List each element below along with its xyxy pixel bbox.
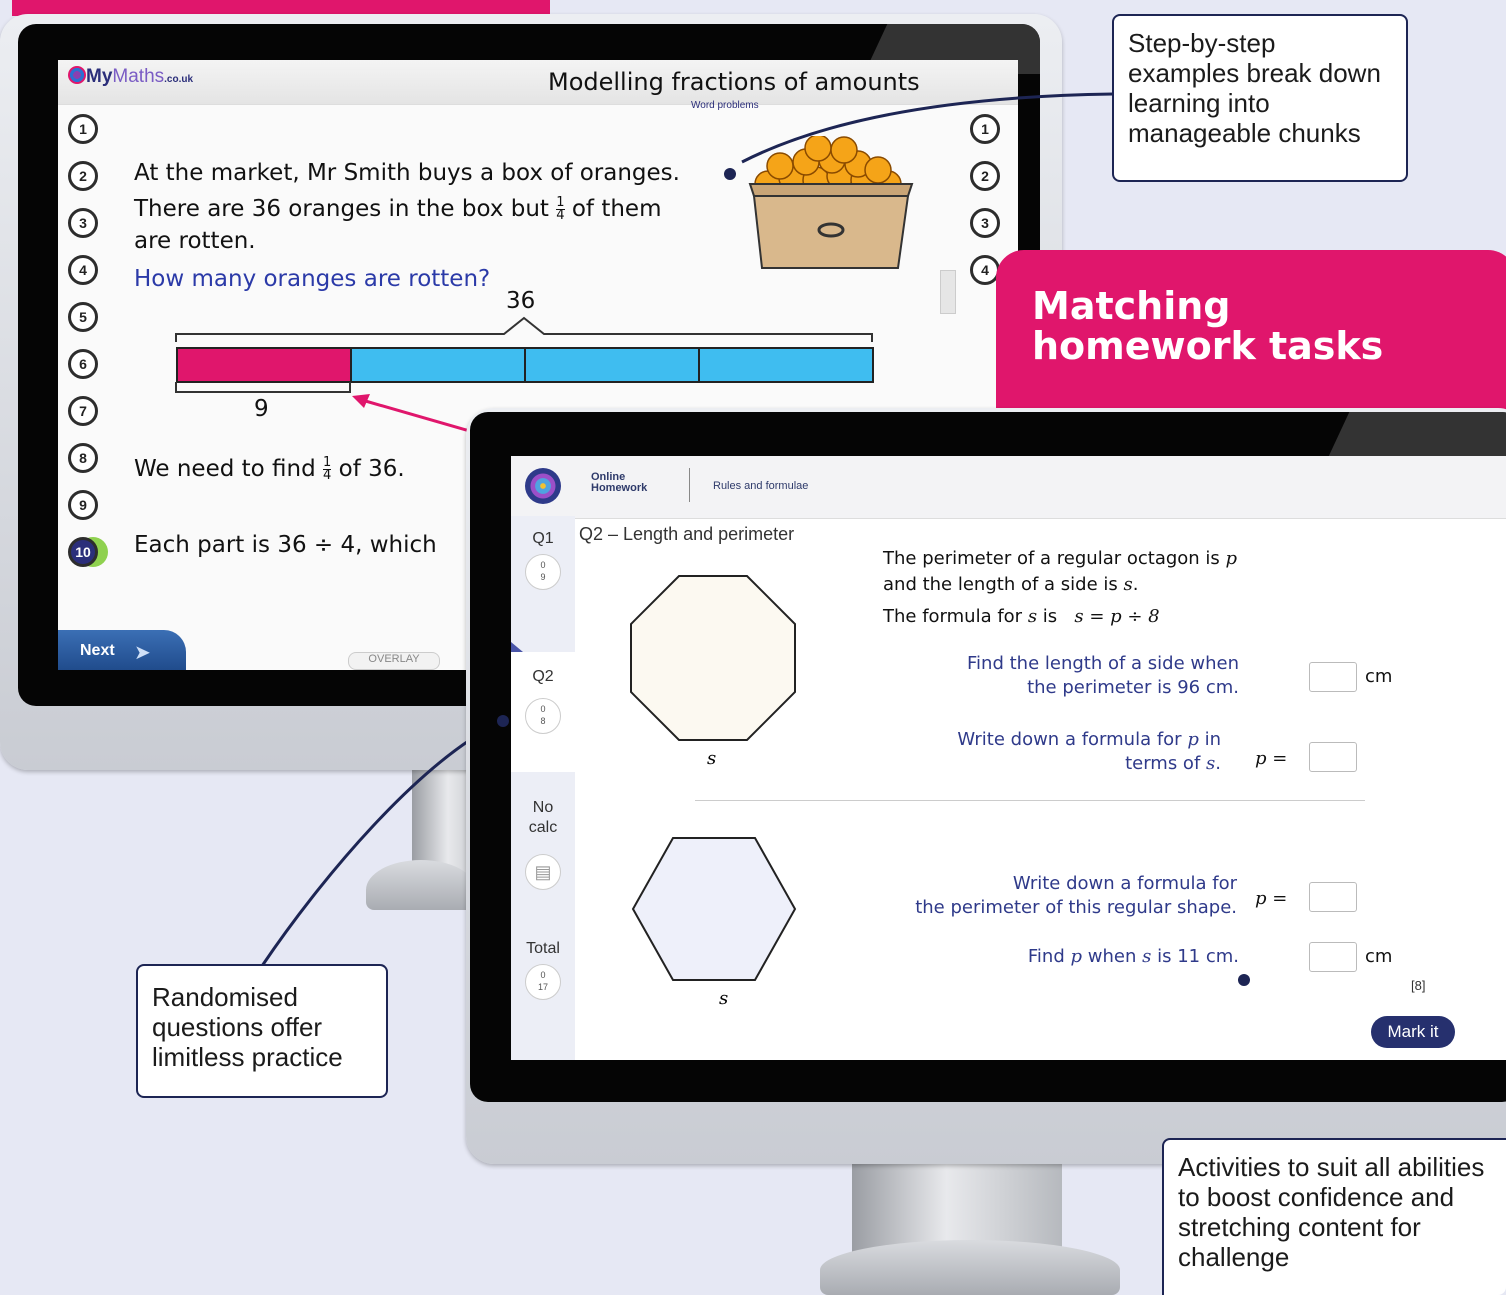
callout-step-by-step: Step-by-step examples break down learnin… — [1112, 14, 1408, 182]
callout-activities: Activities to suit all abilities to boos… — [1162, 1138, 1506, 1295]
anchor-dot — [1238, 974, 1250, 986]
bezel-glare — [1326, 412, 1506, 462]
q1-score-dial: 09 — [525, 554, 561, 590]
octagon-shape — [630, 575, 796, 741]
total-score-dial: 0 17 — [525, 964, 561, 1000]
sidebar-item-no-calc[interactable]: No calc — [525, 798, 561, 838]
front-monitor-bezel: Online Homework Rules and formulae Q1 09… — [470, 412, 1506, 1102]
calculator-off-icon: ▤ — [525, 854, 561, 890]
sidebar-item-q2-label: Q2 — [532, 668, 554, 685]
mark-it-button[interactable]: Mark it — [1371, 1016, 1455, 1048]
homework-header — [511, 456, 1506, 519]
hexagon-shape — [631, 837, 797, 981]
intro-line-3: The formula for s is s = p ÷ 8 — [883, 606, 1160, 627]
p-equals-b: p = — [1255, 748, 1288, 769]
header-divider — [689, 468, 690, 502]
question-a: Find the length of a side when the perime… — [967, 653, 1239, 698]
intro-line-2: and the length of a side is s. — [883, 574, 1139, 595]
marks-label: [8] — [1411, 978, 1426, 993]
answer-input-a[interactable] — [1309, 662, 1357, 692]
q2-score-dial: 08 — [525, 698, 561, 734]
front-monitor-base — [820, 1240, 1120, 1295]
homework-brand: Online Homework — [591, 471, 648, 494]
intro-line-1: The perimeter of a regular octagon is p — [883, 548, 1238, 569]
section-divider — [695, 800, 1365, 801]
sidebar-item-total[interactable]: Total — [511, 940, 575, 958]
homework-nav-title[interactable]: Rules and formulae — [713, 480, 808, 492]
anchor-dot — [497, 715, 509, 727]
question-d: Find p when s is 11 cm. — [1027, 946, 1239, 967]
question-c: Write down a formula for the perimeter of… — [915, 873, 1237, 918]
homework-screen: Online Homework Rules and formulae Q1 09… — [511, 456, 1506, 1060]
question-b: Write down a formula for p in terms of s… — [957, 729, 1221, 774]
hexagon-side-label: s — [719, 988, 729, 1009]
p-equals-c: p = — [1255, 888, 1288, 909]
answer-input-d[interactable] — [1309, 942, 1357, 972]
unit-cm-d: cm — [1365, 946, 1393, 967]
octagon-side-label: s — [707, 748, 717, 769]
question-title: Q2 – Length and perimeter — [579, 524, 795, 544]
matching-banner-title: Matching homework tasks — [1032, 284, 1384, 368]
answer-input-c[interactable] — [1309, 882, 1357, 912]
sidebar-item-q1[interactable]: Q1 — [511, 530, 575, 548]
homework-logo-icon — [525, 468, 561, 504]
unit-cm-a: cm — [1365, 666, 1393, 687]
callout-randomised: Randomised questions offer limitless pra… — [136, 964, 388, 1098]
answer-input-b[interactable] — [1309, 742, 1357, 772]
front-monitor: Online Homework Rules and formulae Q1 09… — [466, 408, 1506, 1164]
